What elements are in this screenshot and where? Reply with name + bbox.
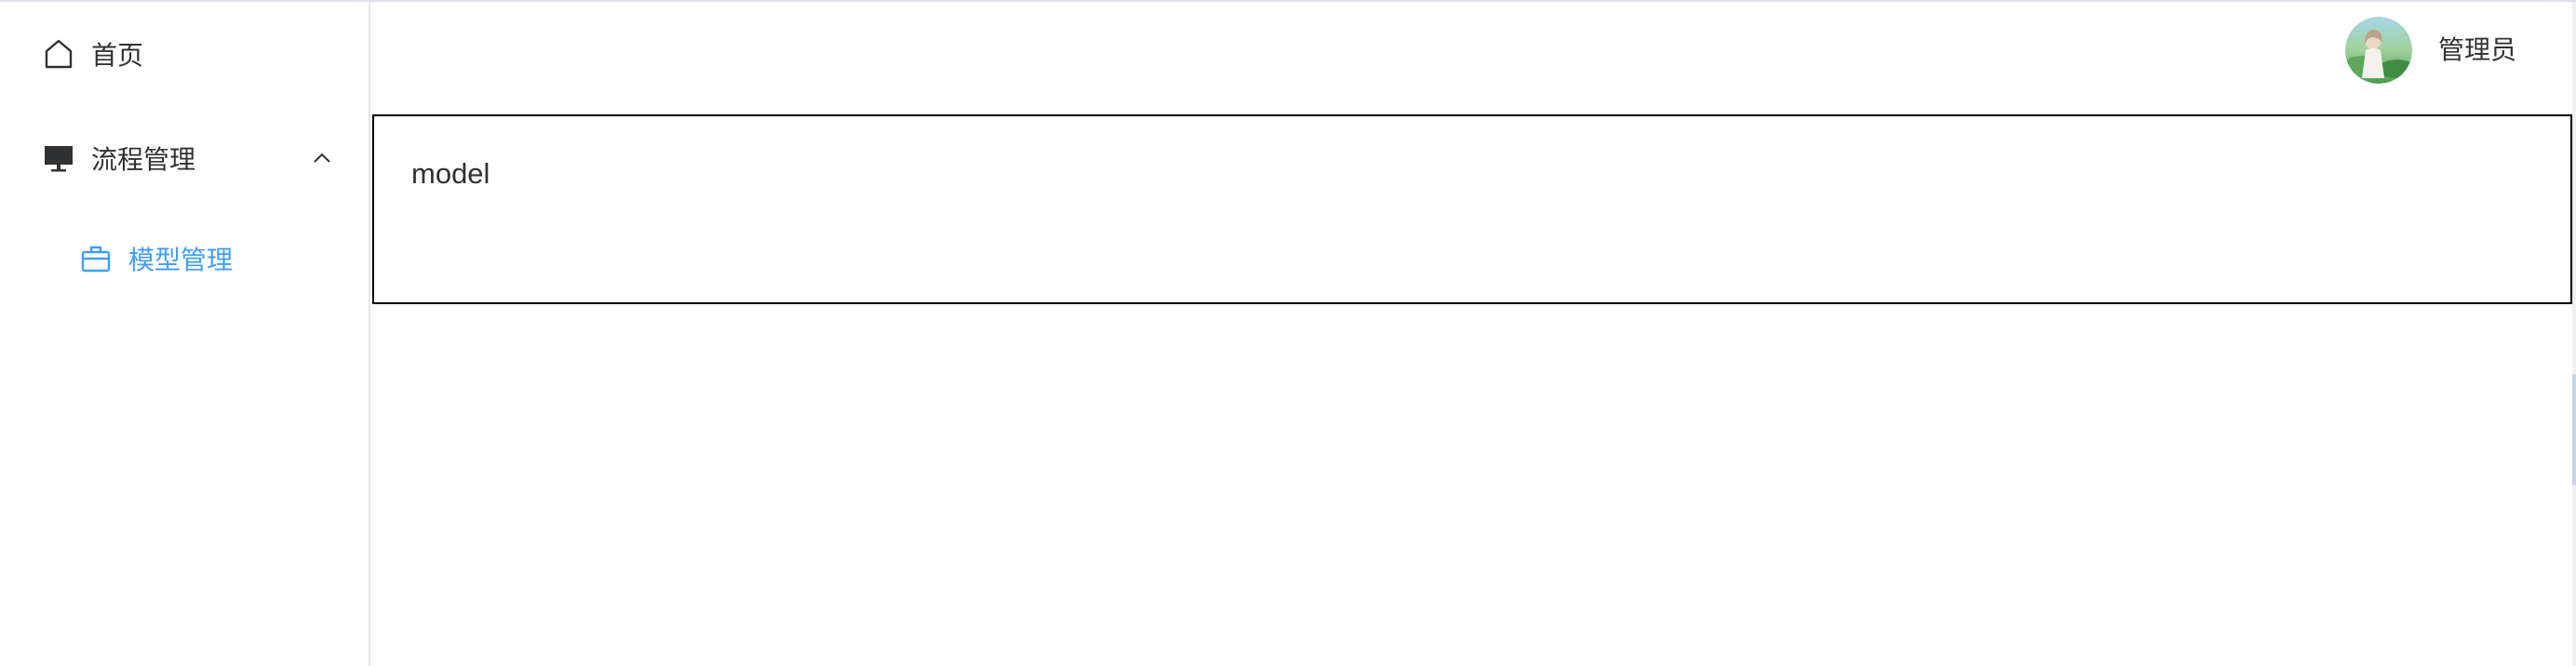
chevron-up-icon[interactable] bbox=[311, 147, 333, 169]
page-title: model bbox=[411, 157, 490, 190]
sidebar-item-label: 首页 bbox=[91, 41, 144, 70]
home-icon bbox=[43, 38, 74, 70]
avatar[interactable] bbox=[2345, 17, 2412, 84]
sidebar-item-process-management[interactable]: 流程管理 bbox=[0, 106, 369, 210]
sidebar-item-model-management[interactable]: 模型管理 bbox=[0, 206, 369, 311]
monitor-icon bbox=[43, 142, 74, 174]
sidebar-item-home[interactable]: 首页 bbox=[0, 2, 369, 106]
scrollbar-thumb[interactable] bbox=[2572, 374, 2576, 486]
sidebar: 首页 流程管理 模型管理 bbox=[0, 2, 370, 666]
top-header bbox=[370, 2, 2576, 115]
scrollbar-track[interactable] bbox=[2572, 2, 2576, 666]
app-root: 首页 流程管理 模型管理 管理员 model bbox=[0, 0, 2576, 666]
user-name[interactable]: 管理员 bbox=[2438, 30, 2516, 67]
content-card: model bbox=[372, 114, 2572, 304]
sidebar-item-label: 流程管理 bbox=[91, 145, 196, 174]
briefcase-icon bbox=[80, 243, 112, 274]
sidebar-item-label: 模型管理 bbox=[128, 246, 234, 274]
